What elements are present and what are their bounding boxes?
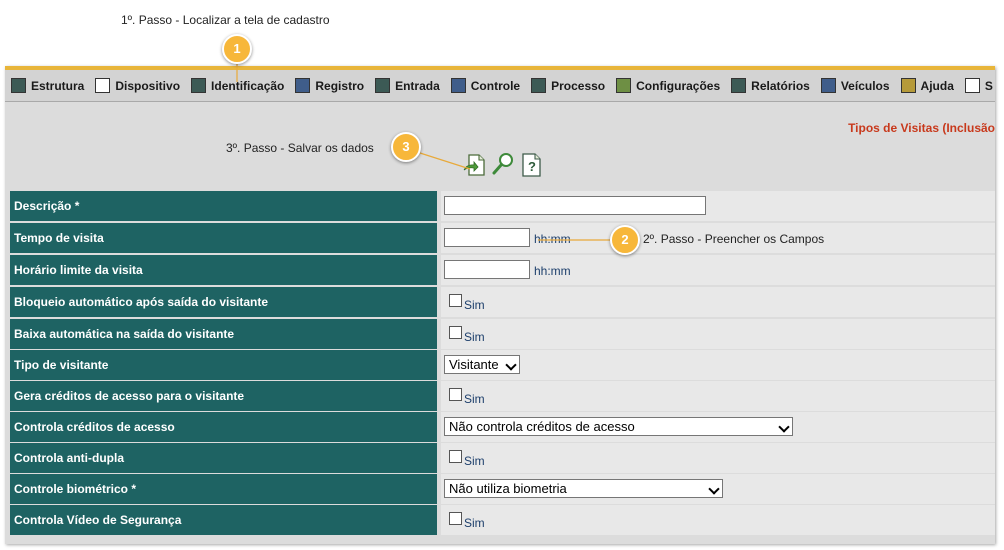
callout-badge-2: 2 — [610, 225, 640, 255]
step2-note: 2º. Passo - Preencher os Campos — [643, 232, 825, 246]
connector-3 — [419, 152, 471, 170]
annotation-connectors — [236, 59, 611, 241]
callout-badge-1: 1 — [222, 34, 252, 64]
callout-badge-3: 3 — [391, 132, 421, 162]
